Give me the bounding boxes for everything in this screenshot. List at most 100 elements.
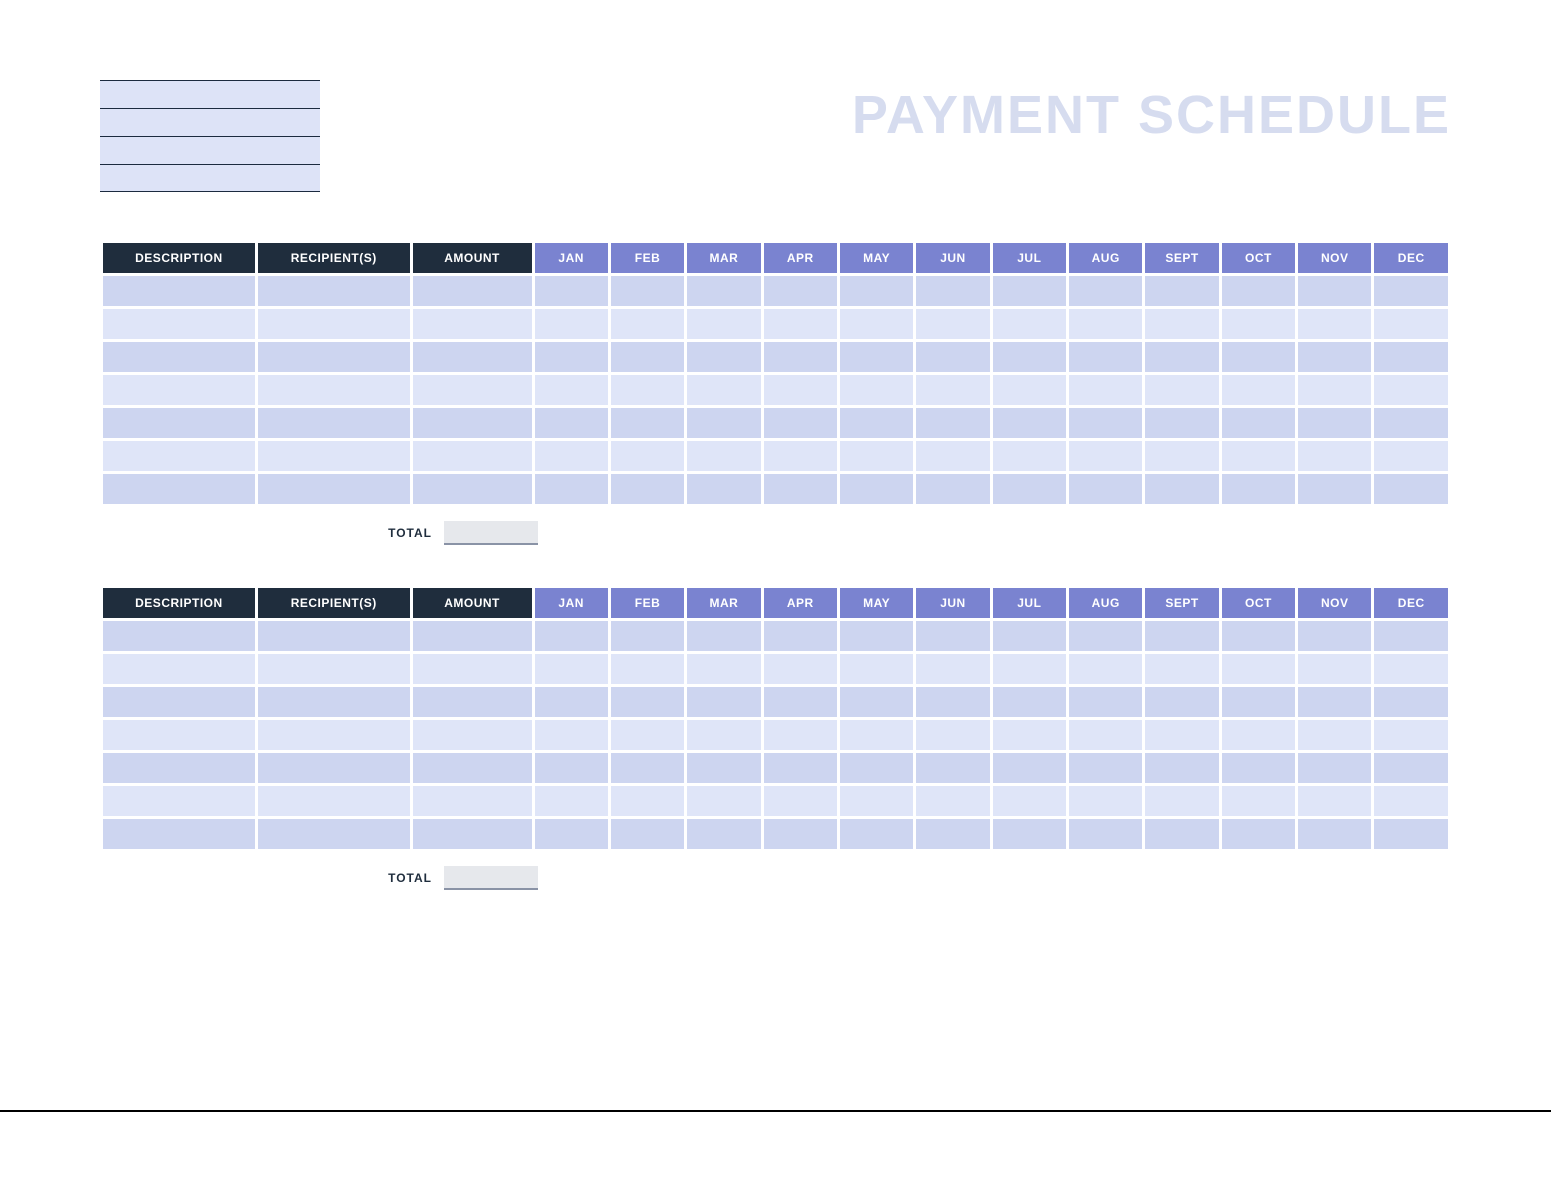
cell-month[interactable] [535,819,608,849]
cell-description[interactable] [103,342,255,372]
cell-month[interactable] [1222,309,1295,339]
cell-month[interactable] [535,474,608,504]
cell-month[interactable] [916,753,989,783]
cell-month[interactable] [1069,687,1142,717]
cell-month[interactable] [916,720,989,750]
cell-month[interactable] [840,819,913,849]
cell-month[interactable] [1222,753,1295,783]
cell-month[interactable] [687,687,760,717]
cell-month[interactable] [840,621,913,651]
cell-month[interactable] [840,342,913,372]
cell-month[interactable] [611,342,684,372]
cell-month[interactable] [1298,408,1371,438]
cell-month[interactable] [1145,786,1218,816]
cell-amount[interactable] [413,786,532,816]
cell-month[interactable] [993,375,1066,405]
cell-month[interactable] [916,687,989,717]
cell-month[interactable] [1222,408,1295,438]
cell-month[interactable] [611,687,684,717]
cell-month[interactable] [764,408,837,438]
cell-month[interactable] [916,276,989,306]
cell-month[interactable] [535,342,608,372]
cell-month[interactable] [916,654,989,684]
cell-description[interactable] [103,720,255,750]
cell-amount[interactable] [413,375,532,405]
cell-month[interactable] [1145,720,1218,750]
cell-month[interactable] [1069,753,1142,783]
info-line[interactable] [100,80,320,108]
cell-month[interactable] [611,474,684,504]
cell-month[interactable] [687,375,760,405]
cell-description[interactable] [103,654,255,684]
cell-month[interactable] [1222,441,1295,471]
cell-month[interactable] [840,375,913,405]
cell-amount[interactable] [413,441,532,471]
cell-month[interactable] [1145,441,1218,471]
cell-recipients[interactable] [258,687,410,717]
cell-description[interactable] [103,753,255,783]
cell-description[interactable] [103,441,255,471]
cell-month[interactable] [1069,654,1142,684]
cell-month[interactable] [764,819,837,849]
cell-amount[interactable] [413,621,532,651]
cell-month[interactable] [916,309,989,339]
cell-month[interactable] [1298,309,1371,339]
cell-month[interactable] [764,654,837,684]
cell-month[interactable] [993,276,1066,306]
cell-month[interactable] [1069,276,1142,306]
cell-description[interactable] [103,687,255,717]
cell-month[interactable] [993,342,1066,372]
cell-month[interactable] [1069,408,1142,438]
cell-description[interactable] [103,786,255,816]
cell-month[interactable] [611,720,684,750]
cell-month[interactable] [1145,474,1218,504]
total-value[interactable] [444,521,538,545]
cell-month[interactable] [764,753,837,783]
cell-description[interactable] [103,276,255,306]
cell-month[interactable] [1069,786,1142,816]
cell-amount[interactable] [413,720,532,750]
cell-month[interactable] [840,654,913,684]
cell-month[interactable] [993,786,1066,816]
cell-month[interactable] [1145,309,1218,339]
cell-month[interactable] [993,654,1066,684]
cell-month[interactable] [764,621,837,651]
cell-month[interactable] [993,408,1066,438]
cell-month[interactable] [1069,375,1142,405]
cell-month[interactable] [687,753,760,783]
info-line[interactable] [100,108,320,136]
cell-month[interactable] [535,720,608,750]
cell-month[interactable] [1298,720,1371,750]
cell-month[interactable] [1222,276,1295,306]
cell-month[interactable] [1145,375,1218,405]
cell-month[interactable] [1298,753,1371,783]
cell-recipients[interactable] [258,408,410,438]
cell-month[interactable] [916,474,989,504]
cell-month[interactable] [1145,687,1218,717]
cell-month[interactable] [840,474,913,504]
cell-month[interactable] [1145,342,1218,372]
cell-month[interactable] [1069,720,1142,750]
cell-month[interactable] [916,408,989,438]
cell-month[interactable] [1222,621,1295,651]
cell-month[interactable] [1374,375,1448,405]
info-line[interactable] [100,164,320,192]
cell-month[interactable] [1374,687,1448,717]
cell-month[interactable] [764,474,837,504]
cell-month[interactable] [916,819,989,849]
cell-month[interactable] [535,654,608,684]
cell-month[interactable] [687,786,760,816]
cell-month[interactable] [1222,819,1295,849]
cell-description[interactable] [103,819,255,849]
cell-month[interactable] [840,687,913,717]
cell-recipients[interactable] [258,720,410,750]
cell-month[interactable] [993,720,1066,750]
cell-month[interactable] [1298,342,1371,372]
cell-month[interactable] [1145,621,1218,651]
cell-month[interactable] [1374,720,1448,750]
cell-month[interactable] [916,786,989,816]
cell-month[interactable] [687,309,760,339]
cell-amount[interactable] [413,276,532,306]
cell-month[interactable] [1298,654,1371,684]
cell-description[interactable] [103,408,255,438]
